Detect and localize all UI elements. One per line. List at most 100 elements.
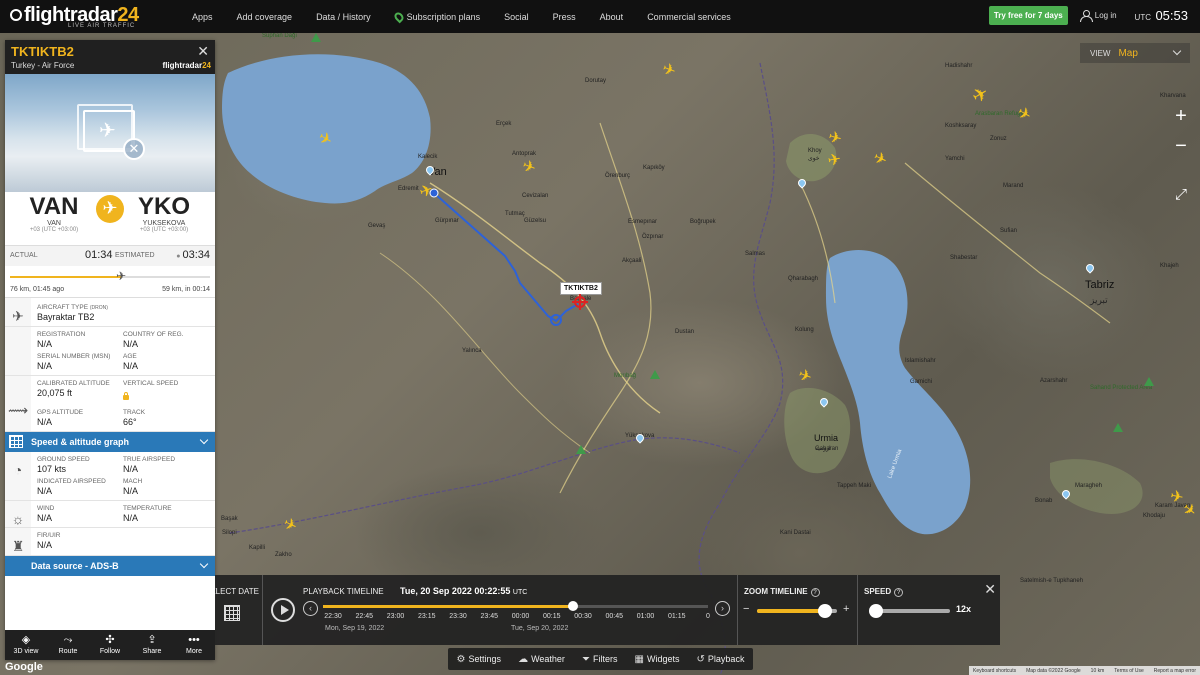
- zoom-timeline-minus[interactable]: −: [743, 603, 749, 615]
- nav-add-coverage[interactable]: Add coverage: [225, 12, 305, 22]
- widgets-icon: ▦: [634, 653, 644, 665]
- follow-icon: ✣: [105, 634, 115, 646]
- speed-knob[interactable]: [869, 604, 883, 618]
- login-button[interactable]: Log in: [1079, 9, 1117, 22]
- playback-button[interactable]: ↺ Playback: [697, 654, 745, 665]
- map-attribution: Keyboard shortcuts Map data ©2022 Google…: [969, 666, 1200, 675]
- place-label: Shabestar: [950, 255, 978, 261]
- zoom-out-button[interactable]: −: [1168, 133, 1194, 159]
- timeline-tick-label: 22:30: [324, 613, 342, 620]
- timeline-tick-label: 01:15: [667, 613, 686, 620]
- place-label: Gürpınar: [435, 218, 459, 224]
- zoom-timeline-slider[interactable]: [757, 604, 837, 618]
- fullscreen-icon[interactable]: ⤢: [1168, 181, 1194, 207]
- panel-logo: flightradar24: [162, 61, 211, 70]
- bottom-toolbar: ⚙ Settings ☁ Weather ⏷ Filters ▦ Widgets ↺ Pl…: [448, 648, 753, 670]
- altitude-icon: ⟿: [7, 402, 29, 418]
- widgets-button[interactable]: ▦ Widgets: [635, 654, 680, 665]
- aircraft-icon[interactable]: ✈: [1169, 488, 1185, 507]
- help-icon[interactable]: ?: [894, 588, 904, 597]
- place-label: Satelmish-e Tupkhaneh: [1020, 578, 1084, 584]
- lock-icon[interactable]: [123, 392, 129, 400]
- zoom-timeline-plus[interactable]: +: [843, 603, 849, 615]
- timeline-tick-label: 01:00: [636, 613, 655, 620]
- close-icon[interactable]: ✕: [197, 43, 209, 60]
- flightradar-logo[interactable]: flightradar 24 LIVE AIR TRAFFIC: [10, 5, 160, 29]
- filters-button[interactable]: ⏷ Filters: [582, 654, 618, 665]
- selected-flight-marker[interactable]: [572, 294, 588, 310]
- playback-icon: ↺: [696, 653, 705, 665]
- place-label: Khoy: [808, 148, 822, 154]
- place-label: Bonab: [1035, 498, 1053, 504]
- timeline-tick-label: 22:45: [355, 613, 374, 620]
- logo-radar-icon: [10, 8, 22, 21]
- place-label: Marand: [1003, 183, 1024, 189]
- no-photo-icon: ✕: [123, 138, 145, 160]
- more-button[interactable]: ••• More: [173, 630, 215, 660]
- report-error-link[interactable]: Report a map error: [1154, 668, 1196, 674]
- graph-icon: [9, 435, 23, 448]
- settings-button[interactable]: ⚙ Settings: [457, 654, 502, 665]
- map-view-selector[interactable]: VIEW Map: [1080, 43, 1190, 63]
- nav-about[interactable]: About: [588, 12, 636, 22]
- place-label-tabriz: Tabriz: [1085, 279, 1115, 291]
- place-label: Maragheh: [1075, 483, 1103, 489]
- nav-social[interactable]: Social: [492, 12, 541, 22]
- timeline-ticks: 22:30 22:45 23:00 23:15 23:30 23:45 00:00 00:15…: [323, 613, 710, 623]
- play-button[interactable]: [271, 598, 295, 622]
- nav-data-history[interactable]: Data / History: [304, 12, 383, 22]
- origin-airport[interactable]: VAN VAN +03 (UTC +03:00): [9, 194, 99, 234]
- main-nav: Apps Add coverage Data / History Subscri…: [180, 10, 743, 23]
- place-label: Khodaju: [1143, 513, 1166, 519]
- data-source-toggle[interactable]: Data source - ADS-B: [5, 556, 215, 576]
- share-icon: ⇪: [147, 634, 157, 646]
- nav-commercial-services[interactable]: Commercial services: [635, 12, 743, 22]
- share-button[interactable]: ⇪ Share: [131, 630, 173, 660]
- 3d-view-button[interactable]: ◈ 3D view: [5, 630, 47, 660]
- close-playback-icon[interactable]: ✕: [984, 581, 996, 598]
- lake-urmia: [826, 249, 971, 535]
- speed-altitude-graph-toggle[interactable]: Speed & altitude graph: [5, 432, 215, 452]
- place-label: Antoprak: [512, 151, 537, 157]
- playback-timeline-slider[interactable]: [323, 601, 708, 611]
- nav-press[interactable]: Press: [541, 12, 588, 22]
- aircraft-icon[interactable]: ✈: [827, 151, 843, 170]
- select-date[interactable]: SELECT DATE: [215, 575, 263, 645]
- place-label: Kalecik: [418, 154, 438, 160]
- place-label: Kolung: [795, 327, 814, 333]
- timeline-knob[interactable]: [568, 601, 579, 611]
- weather-icon: ☼: [11, 511, 25, 527]
- zoom-in-button[interactable]: +: [1168, 103, 1194, 129]
- place-label: تبریز: [1090, 295, 1108, 305]
- keyboard-shortcuts-link[interactable]: Keyboard shortcuts: [973, 668, 1016, 674]
- speed-slider[interactable]: [869, 604, 950, 618]
- place-label: Gevaş: [368, 223, 386, 229]
- place-label: Zonuz: [990, 136, 1007, 142]
- place-label: Erçek: [496, 121, 512, 127]
- tower-icon: ♜: [11, 538, 25, 554]
- place-label: Azarshahr: [1040, 378, 1068, 384]
- try-free-button[interactable]: Try free for 7 days: [988, 6, 1068, 25]
- timeline-prev-button[interactable]: ‹: [303, 601, 318, 616]
- nav-apps[interactable]: Apps: [180, 12, 225, 22]
- aircraft-photo[interactable]: ✈ ✕: [5, 74, 215, 192]
- place-label: Silopi: [222, 530, 237, 536]
- location-pin-icon: [392, 10, 405, 23]
- timeline-tick-label: 00:00: [511, 613, 530, 620]
- follow-button[interactable]: ✣ Follow: [89, 630, 131, 660]
- terms-link[interactable]: Terms of Use: [1114, 668, 1143, 674]
- cube-icon: ◈: [21, 634, 31, 646]
- chevron-down-icon: [1172, 46, 1182, 56]
- help-icon[interactable]: ?: [810, 588, 820, 597]
- weather-button[interactable]: ☁ Weather: [518, 654, 565, 665]
- destination-airport[interactable]: YKO YUKSEKOVA +03 (UTC +03:00): [119, 194, 209, 234]
- place-label: Gabaran: [815, 446, 839, 452]
- zoom-timeline-knob[interactable]: [818, 604, 832, 618]
- route-summary: VAN VAN +03 (UTC +03:00) ✈ YKO YUKSEKOVA…: [5, 192, 215, 246]
- place-label: Zakho: [275, 552, 292, 558]
- route-button[interactable]: ⤳ Route: [47, 630, 89, 660]
- timeline-next-button[interactable]: ›: [715, 601, 730, 616]
- park-icon: [311, 33, 321, 42]
- nav-subscription-plans[interactable]: Subscription plans: [383, 10, 493, 23]
- calendar-icon: [224, 605, 240, 621]
